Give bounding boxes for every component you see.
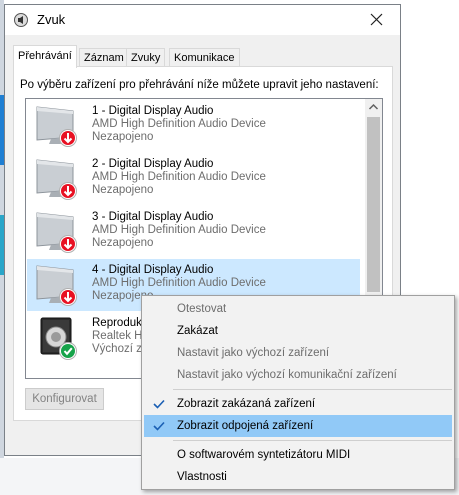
close-icon xyxy=(370,13,383,26)
list-item-device-1[interactable]: 1 - Digital Display Audio AMD High Defin… xyxy=(27,100,360,152)
monitor-disconnected-icon xyxy=(36,106,77,147)
speaker-icon xyxy=(14,13,28,27)
menu-item-label: Zakázat xyxy=(177,325,218,337)
menu-item-test[interactable]: Otestovat xyxy=(144,298,452,320)
menu-item-label: Zobrazit zakázaná zařízení xyxy=(177,398,316,410)
menu-separator xyxy=(173,440,452,441)
context-menu: Otestovat Zakázat Nastavit jako výchozí … xyxy=(141,295,455,490)
device-driver: Realtek Hi xyxy=(92,330,146,342)
device-status: Nezapojeno xyxy=(92,131,154,143)
menu-item-label: Zobrazit odpojená zařízení xyxy=(177,420,314,432)
menu-separator xyxy=(173,389,452,390)
menu-item-disable[interactable]: Zakázat xyxy=(144,320,452,342)
list-item-device-3[interactable]: 3 - Digital Display Audio AMD High Defin… xyxy=(27,206,360,258)
device-driver: AMD High Definition Audio Device xyxy=(92,277,266,289)
menu-item-show-disabled[interactable]: Zobrazit zakázaná zařízení xyxy=(144,393,452,415)
device-driver: AMD High Definition Audio Device xyxy=(92,171,266,183)
device-name: 3 - Digital Display Audio xyxy=(92,211,214,223)
device-name: Reproduk xyxy=(92,317,142,329)
list-item-device-2[interactable]: 2 - Digital Display Audio AMD High Defin… xyxy=(27,153,360,205)
device-status: Výchozí za xyxy=(92,343,149,355)
device-name: 2 - Digital Display Audio xyxy=(92,158,214,170)
menu-item-set-default[interactable]: Nastavit jako výchozí zařízení xyxy=(144,342,452,364)
device-driver: AMD High Definition Audio Device xyxy=(92,224,266,236)
checkmark-icon xyxy=(153,421,165,431)
monitor-disconnected-icon xyxy=(36,265,77,306)
tab-sounds[interactable]: Zvuky xyxy=(126,48,166,67)
menu-item-show-disconnected[interactable]: Zobrazit odpojená zařízení xyxy=(144,415,452,437)
device-name: 4 - Digital Display Audio xyxy=(92,264,214,276)
title-bar: Zvuk xyxy=(5,5,400,35)
close-button[interactable] xyxy=(354,5,400,35)
monitor-disconnected-icon xyxy=(36,159,77,200)
device-name: 1 - Digital Display Audio xyxy=(92,105,214,117)
menu-item-label: Nastavit jako výchozí zařízení xyxy=(177,347,330,359)
menu-item-label: O softwarovém syntetizátoru MIDI xyxy=(177,449,351,461)
menu-item-label: Vlastnosti xyxy=(177,471,227,483)
menu-item-properties[interactable]: Vlastnosti xyxy=(144,466,452,488)
scroll-up-icon[interactable] xyxy=(365,99,382,116)
device-status: Nezapojeno xyxy=(92,184,154,196)
speaker-default-icon xyxy=(40,317,77,360)
monitor-disconnected-icon xyxy=(36,212,77,253)
window-title: Zvuk xyxy=(37,12,66,27)
menu-item-set-default-comm[interactable]: Nastavit jako výchozí komunikační zaříze… xyxy=(144,364,452,386)
scrollbar-thumb[interactable] xyxy=(367,117,380,292)
device-status: Nezapojeno xyxy=(92,237,154,249)
menu-item-midi-about[interactable]: O softwarovém syntetizátoru MIDI xyxy=(144,444,452,466)
instruction-text: Po výběru zařízení pro přehrávání níže m… xyxy=(20,79,379,91)
checkmark-icon xyxy=(153,399,165,409)
device-driver: AMD High Definition Audio Device xyxy=(92,118,266,130)
menu-item-label: Otestovat xyxy=(177,303,227,315)
tab-playback[interactable]: Přehrávání xyxy=(13,45,77,68)
tab-communications[interactable]: Komunikace xyxy=(169,48,240,67)
tab-recording[interactable]: Záznam xyxy=(79,48,129,67)
configure-button[interactable]: Konfigurovat xyxy=(25,388,104,410)
menu-item-label: Nastavit jako výchozí komunikační zaříze… xyxy=(177,369,397,381)
